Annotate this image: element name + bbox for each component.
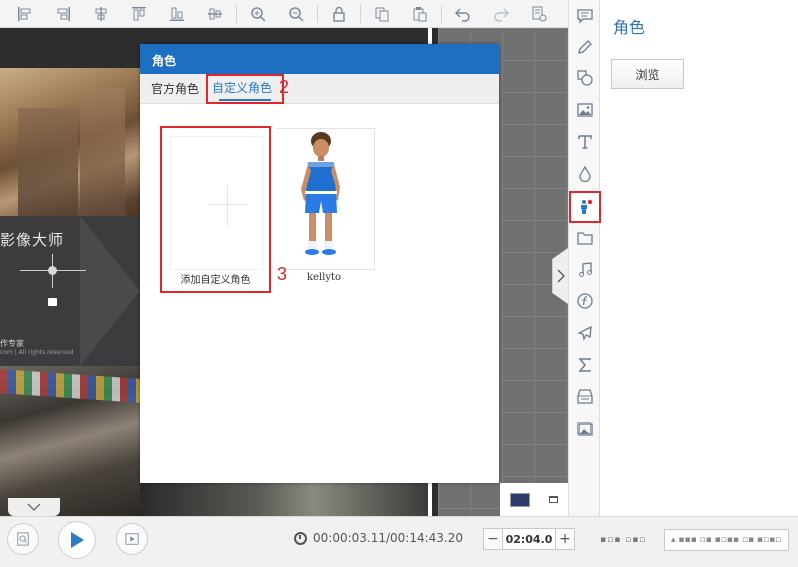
- align-left-icon[interactable]: [15, 4, 35, 24]
- tool-sidebar: [568, 0, 601, 516]
- character-name-kellyto: kellyto: [306, 272, 342, 283]
- music-icon[interactable]: [575, 260, 595, 280]
- pen-icon[interactable]: [575, 37, 595, 57]
- chevron-right-icon: [557, 269, 565, 283]
- maximize-icon[interactable]: [549, 496, 559, 503]
- airplane-icon[interactable]: [575, 323, 595, 343]
- thumbnail-icon[interactable]: [509, 492, 530, 507]
- playback-bar: 00:00:03.11/00:14:43.20 − + ▪▫▪ ▫▪▫ ▴ ▪▪…: [0, 516, 798, 567]
- expand-timeline-button[interactable]: [8, 498, 60, 516]
- properties-panel: 角色 浏览: [601, 0, 798, 516]
- align-bottom-icon[interactable]: [167, 4, 187, 24]
- active-tab-underline: [219, 98, 272, 101]
- zoom-in-icon[interactable]: [248, 4, 268, 24]
- lock-icon[interactable]: [48, 298, 57, 306]
- banner-copyright: com | All rights reserved: [0, 349, 74, 356]
- archive-icon[interactable]: [575, 387, 595, 407]
- chevron-down-icon: [27, 503, 41, 511]
- time-display: 00:00:03.11/00:14:43.20: [294, 531, 463, 545]
- toolbar-divider: [360, 4, 361, 23]
- zoom-out-icon[interactable]: [286, 4, 306, 24]
- align-center-h-icon[interactable]: [91, 4, 111, 24]
- add-custom-character-card[interactable]: 添加自定义角色: [160, 126, 271, 293]
- add-placeholder: [170, 136, 263, 270]
- paste-icon[interactable]: [410, 4, 430, 24]
- panel-title: 角色: [613, 18, 646, 37]
- dialog-title: 角色: [140, 44, 499, 74]
- toolbar-divider: [317, 4, 318, 23]
- kellyto-figure: [301, 132, 340, 255]
- watermark-text: ▪▫▪ ▫▪▫: [600, 535, 647, 545]
- timeline-zoom: − +: [483, 528, 575, 550]
- banner-title: 影像大师: [0, 231, 65, 249]
- text-icon[interactable]: [575, 132, 595, 152]
- zoom-out-button[interactable]: −: [483, 528, 503, 550]
- toolbar-divider: [236, 4, 237, 23]
- comment-icon[interactable]: [575, 6, 595, 26]
- character-icon[interactable]: [569, 191, 601, 223]
- zoom-in-button[interactable]: +: [555, 528, 575, 550]
- top-toolbar: [0, 0, 568, 28]
- prayer-flags: [0, 369, 140, 403]
- current-time: 00:00:03.11/00:14:43.20: [313, 531, 463, 545]
- drop-icon[interactable]: [575, 164, 595, 184]
- dialog-tab-bar: 官方角色 自定义角色: [140, 73, 499, 104]
- annotation-number-2: 2: [279, 77, 290, 97]
- align-right-icon[interactable]: [53, 4, 73, 24]
- zoom-value-input[interactable]: [503, 528, 555, 550]
- crosshair-handle[interactable]: [48, 266, 57, 275]
- copy-icon[interactable]: [372, 4, 392, 24]
- toolbar-divider: [441, 4, 442, 23]
- preview-icon[interactable]: [7, 523, 39, 555]
- play-from-current-icon[interactable]: [116, 523, 148, 555]
- plus-icon: [208, 204, 248, 205]
- settings-doc-icon[interactable]: [529, 4, 549, 24]
- align-top-icon[interactable]: [129, 4, 149, 24]
- clock-icon: [294, 531, 307, 545]
- banner-subtitle: 作专家: [0, 339, 24, 348]
- background-photo-strip: [140, 483, 430, 516]
- tab-custom-characters[interactable]: 自定义角色: [211, 77, 273, 98]
- function-icon[interactable]: [575, 291, 595, 311]
- undo-icon[interactable]: [453, 4, 473, 24]
- gallery-icon[interactable]: [575, 419, 595, 439]
- shapes-icon[interactable]: [575, 68, 595, 88]
- canvas-corner: [500, 483, 568, 516]
- tab-official-characters[interactable]: 官方角色: [150, 78, 200, 99]
- align-center-v-icon[interactable]: [205, 4, 225, 24]
- folder-icon[interactable]: [575, 228, 595, 248]
- play-button[interactable]: [58, 521, 96, 559]
- tab-custom-characters-highlight: 自定义角色: [206, 73, 285, 104]
- image-icon[interactable]: [575, 100, 595, 120]
- watermark-dropdown[interactable]: ▴ ▪▪▪ ▫▪ ▪▫▪▪ ▫▪ ▪▫▪▫: [664, 529, 789, 551]
- sigma-icon[interactable]: [575, 355, 595, 375]
- add-custom-character-label: 添加自定义角色: [180, 275, 251, 286]
- background-photo-bottom: [0, 366, 140, 516]
- lock-icon[interactable]: [329, 4, 349, 24]
- redo-icon[interactable]: [491, 4, 511, 24]
- browse-button[interactable]: 浏览: [611, 59, 684, 89]
- play-icon: [71, 532, 84, 548]
- character-card-kellyto[interactable]: [276, 128, 375, 270]
- annotation-number-3: 3: [277, 264, 288, 284]
